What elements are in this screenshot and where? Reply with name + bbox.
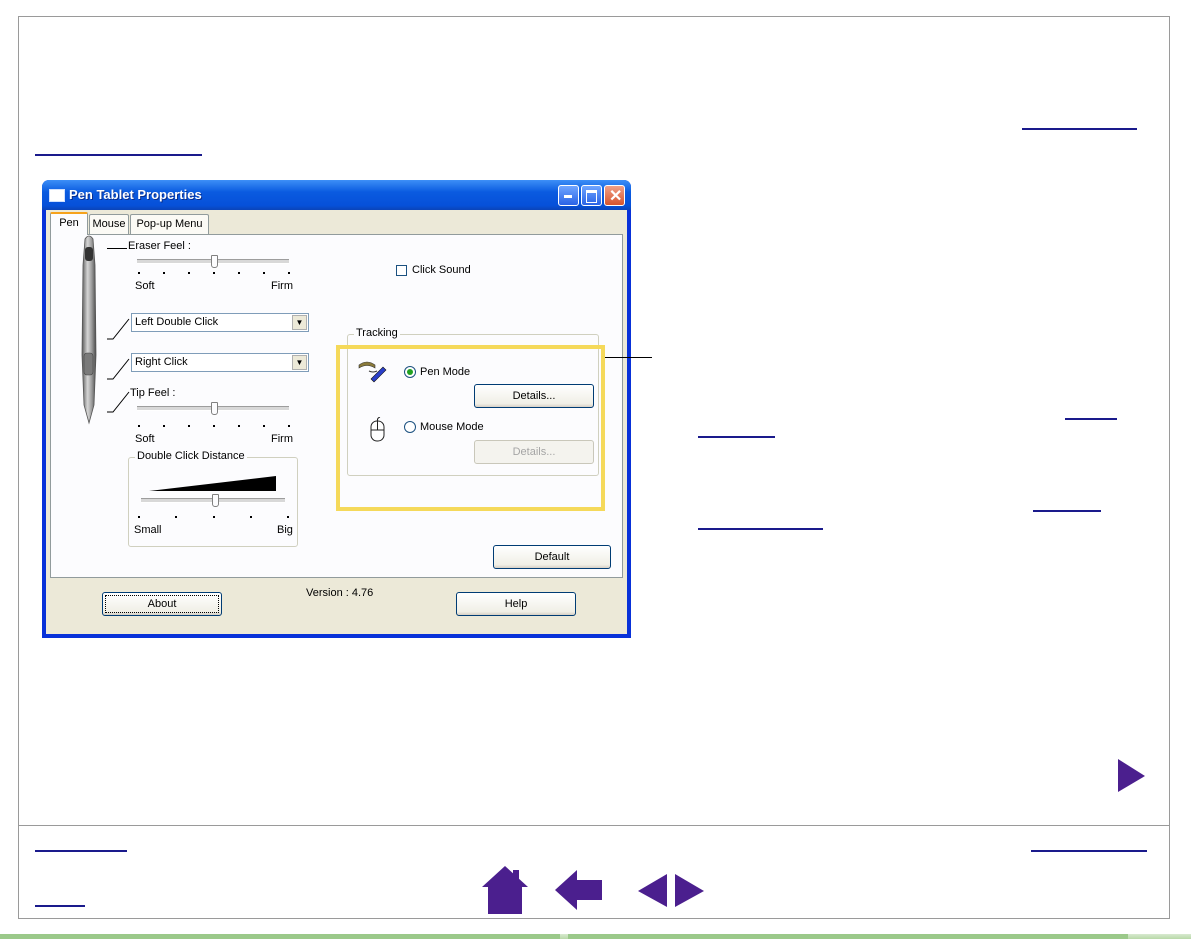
tab-popup-menu[interactable]: Pop-up Menu [130,214,209,234]
double-click-distance-label: Double Click Distance [135,450,247,462]
arrow-left-icon[interactable] [555,870,603,910]
version-text: Version : 4.76 [306,587,374,599]
eraser-tick [188,272,190,274]
next-page-icon[interactable] [675,874,705,908]
minimize-icon [564,195,572,198]
tracking-callout-line [605,357,652,358]
tip-feel-thumb[interactable] [211,402,218,415]
eraser-tick [163,272,165,274]
tip-tick [263,425,265,427]
about-button[interactable]: About [102,592,222,616]
eraser-soft-label: Soft [135,280,155,292]
eraser-tick [138,272,140,274]
double-click-distance-thumb[interactable] [212,494,219,507]
tracking-label: Tracking [354,327,400,339]
header-link-2[interactable] [35,154,202,156]
footer-link-right[interactable] [1031,850,1147,852]
double-click-distance-group: Double Click Distance Small Big [128,450,298,547]
side-switch-upper-select[interactable]: Left Double Click ▼ [131,313,309,332]
distance-ramp-icon [149,476,276,491]
tip-firm-label: Firm [271,433,293,445]
pen-illustration-icon [81,235,97,425]
click-sound-checkbox[interactable] [396,265,407,276]
tip-tick [138,425,140,427]
tip-tick [238,425,240,427]
body-link-1b[interactable] [698,436,775,438]
distance-big-label: Big [277,524,293,536]
header-link-1[interactable] [1022,128,1137,130]
tip-feel-leader [107,391,130,413]
maximize-icon [586,190,597,203]
tip-tick [288,425,290,427]
minimize-button[interactable] [558,185,579,206]
footer-link-index[interactable] [35,905,85,907]
tip-feel-label: Tip Feel : [130,387,176,399]
title-bar[interactable]: Pen Tablet Properties ✕ [42,180,631,210]
distance-tick [138,516,140,518]
click-sound-label: Click Sound [412,264,471,276]
eraser-tick [238,272,240,274]
footer-divider [18,825,1170,826]
tip-tick [188,425,190,427]
eraser-leader-line [107,248,127,249]
chevron-down-icon[interactable]: ▼ [292,355,307,370]
bottom-edge-strip [0,934,1191,939]
close-icon: ✕ [609,188,623,205]
tip-tick [213,425,215,427]
help-button[interactable]: Help [456,592,576,616]
distance-tick [250,516,252,518]
chevron-down-icon[interactable]: ▼ [292,315,307,330]
side-switch-upper-value: Left Double Click [135,316,219,328]
tracking-highlight-box [336,345,605,511]
window-title: Pen Tablet Properties [69,187,202,202]
side-switch-upper-leader [107,318,130,340]
side-switch-lower-select[interactable]: Right Click ▼ [131,353,309,372]
eraser-feel-thumb[interactable] [211,255,218,268]
body-link-2b[interactable] [698,528,823,530]
tip-tick [163,425,165,427]
distance-tick [175,516,177,518]
maximize-button[interactable] [581,185,602,206]
body-link-1a[interactable] [1065,418,1117,420]
tab-mouse[interactable]: Mouse [89,214,129,234]
body-link-2a[interactable] [1033,510,1101,512]
home-icon[interactable] [482,866,528,914]
tip-soft-label: Soft [135,433,155,445]
eraser-tick [213,272,215,274]
eraser-tick [288,272,290,274]
side-switch-lower-value: Right Click [135,356,188,368]
prev-page-icon[interactable] [638,874,668,908]
triangle-right-icon[interactable] [1118,759,1146,793]
close-button[interactable]: ✕ [604,185,625,206]
distance-tick [287,516,289,518]
eraser-firm-label: Firm [271,280,293,292]
window-icon [49,189,65,202]
tab-pen[interactable]: Pen [50,212,88,235]
eraser-feel-label: Eraser Feel : [128,240,191,252]
default-button[interactable]: Default [493,545,611,569]
distance-tick [213,516,215,518]
eraser-tick [263,272,265,274]
distance-small-label: Small [134,524,162,536]
footer-link-contents[interactable] [35,850,127,852]
side-switch-lower-leader [107,358,130,380]
